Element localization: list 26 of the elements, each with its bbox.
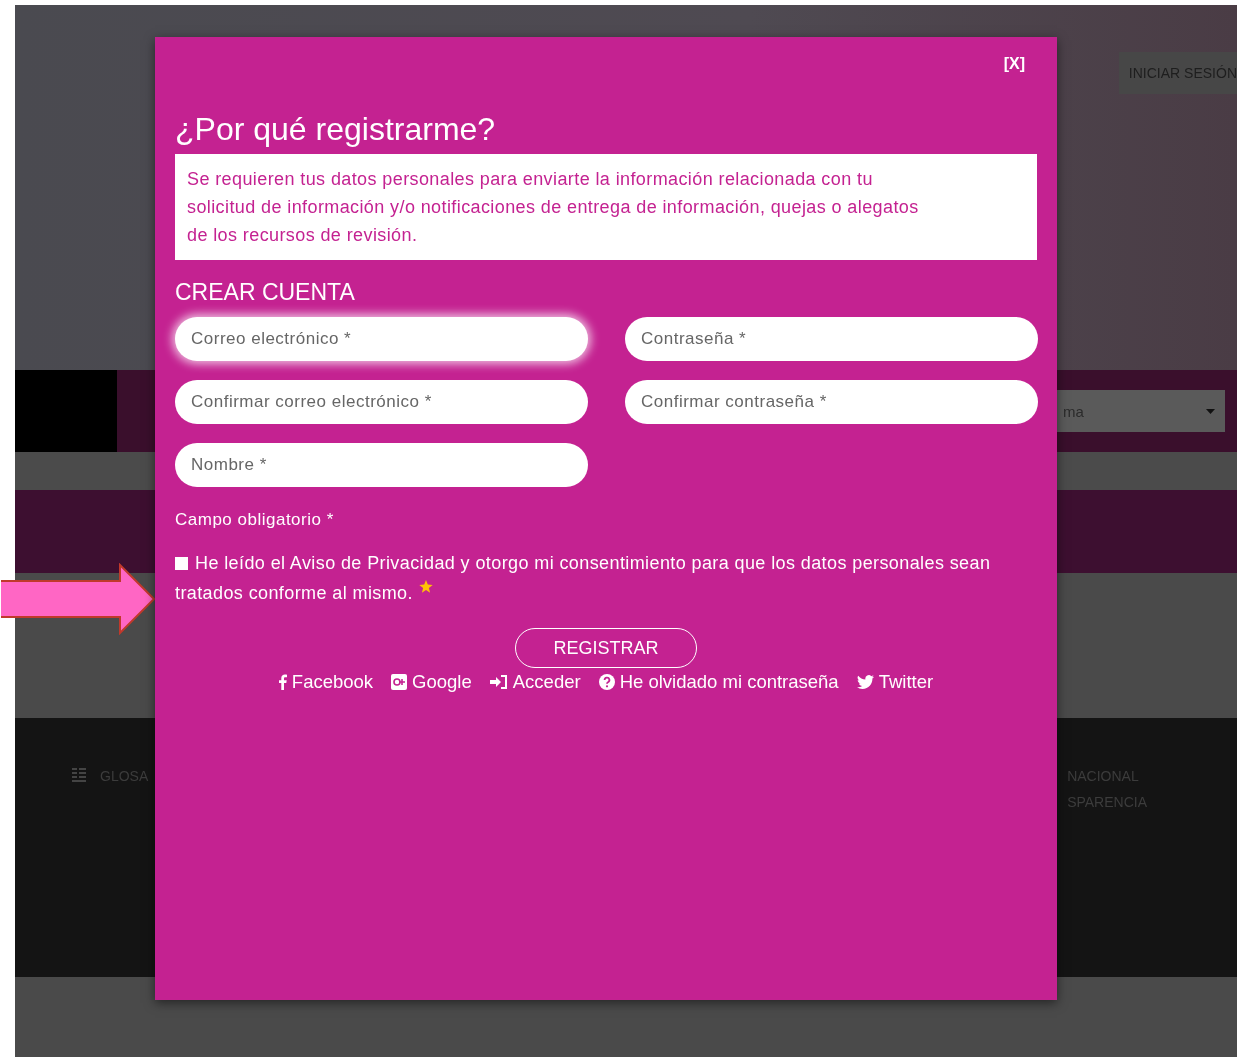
facebook-icon: [278, 674, 287, 690]
input-field[interactable]: Confirmar contraseña *: [625, 380, 1038, 424]
social-link[interactable]: Acceder: [512, 671, 581, 693]
sign-in-icon: [489, 675, 508, 689]
star-icon: [418, 580, 433, 594]
close-button[interactable]: [X]: [1003, 55, 1025, 73]
social-link[interactable]: Facebook: [291, 671, 374, 693]
social-link[interactable]: Twitter: [878, 671, 934, 693]
required-note: Campo obligatorio *: [175, 510, 335, 530]
input-field[interactable]: Confirmar correo electrónico *: [175, 380, 588, 424]
google-plus-icon: [391, 674, 408, 690]
input-field[interactable]: Contraseña *: [625, 317, 1038, 361]
modal-title: ¿Por qué registrarme?: [175, 111, 497, 148]
help-icon: [598, 674, 615, 690]
caret-icon: [1206, 408, 1215, 414]
glossary-icon: [72, 768, 86, 784]
social-link[interactable]: He olvidado mi contraseña: [619, 671, 839, 693]
notice-text: Se requieren tus datos personales para enviarte la información relacionada con tu solicitud de información y/o notificaciones de entrega de información, quejas o alegatos de los recursos de revisión.: [175, 154, 1037, 260]
consent-text: He leído el Aviso de Privacidad y otorgo mi consentimiento para que los datos personales sean: [195, 552, 991, 575]
bird-icon: [856, 675, 874, 689]
social-link[interactable]: Google: [412, 671, 472, 693]
section-heading: CREAR CUENTA: [175, 279, 356, 306]
input-field[interactable]: Nombre *: [175, 443, 588, 487]
consent-text: tratados conforme al mismo.: [175, 582, 413, 605]
consent-checkbox[interactable]: [175, 556, 188, 570]
input-field[interactable]: Correo electrónico *: [175, 317, 588, 361]
